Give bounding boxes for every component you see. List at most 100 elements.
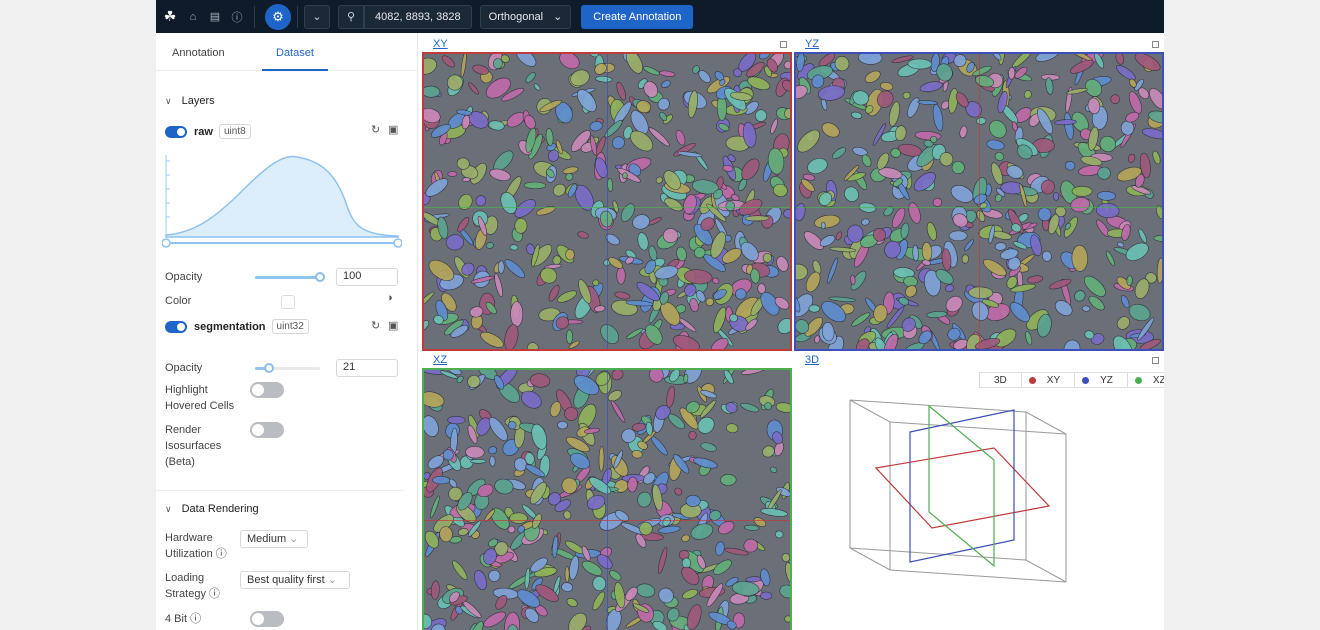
color-swatch[interactable] (281, 295, 295, 309)
reload-icon[interactable]: ↻ (371, 123, 380, 136)
hardware-label-line-1: Hardware (165, 532, 213, 544)
yz-plane-crosshair (607, 370, 608, 630)
raw-opacity-label: Opacity (165, 271, 203, 283)
segmentation-layer-name: segmentation (194, 320, 266, 333)
layers-title: Layers (181, 95, 215, 107)
bounding-box (849, 399, 1067, 583)
viewport-3d[interactable]: 3D XY YZ XZ (794, 368, 1164, 630)
segment-cell (683, 373, 689, 384)
view-mode-select[interactable]: Orthogonal ⌄ (479, 4, 572, 29)
segment-cell (510, 301, 524, 328)
data-rendering-title: Data Rendering (181, 503, 259, 515)
settings-expand-icon[interactable]: ▣ (388, 123, 398, 136)
viewport-xy[interactable] (422, 52, 792, 351)
xy-plane (874, 447, 1051, 529)
section-divider (156, 490, 404, 491)
maximize-icon[interactable] (1152, 41, 1159, 48)
viewport-title-yz[interactable]: YZ (805, 38, 819, 50)
pin-position-icon[interactable]: ⚲ (338, 4, 364, 29)
info-icon[interactable]: ⓘ (209, 588, 220, 600)
segmentation-visibility-toggle[interactable] (165, 320, 187, 333)
raw-opacity-slider[interactable] (255, 276, 320, 279)
histogram-min-handle[interactable] (162, 238, 171, 248)
settings-expand-icon[interactable]: ▣ (388, 319, 398, 332)
four-bit-label: 4 Bit ⓘ (165, 611, 201, 627)
xz-plane-crosshair (796, 207, 1162, 208)
segment-cell (1008, 66, 1016, 80)
panel-tabs: Annotation Dataset (156, 33, 417, 71)
segment-cell (930, 135, 938, 143)
statistics-icon[interactable]: ▤ (204, 0, 226, 33)
3d-plane-preview (849, 399, 1067, 583)
segment-cell (557, 420, 568, 430)
chevron-down-icon: ⌄ (286, 533, 299, 545)
highlight-label: Highlight Hovered Cells (165, 382, 234, 414)
viewport-title-3d[interactable]: 3D (805, 354, 819, 366)
invert-color-icon[interactable]: ◑ (386, 292, 393, 304)
histogram-max-handle[interactable] (393, 238, 402, 248)
segmentation-layer-header: segmentation uint32 (165, 319, 309, 334)
raw-color-label: Color (165, 295, 192, 307)
four-bit-toggle[interactable] (250, 611, 284, 627)
data-rendering-section-header[interactable]: ∨ Data Rendering (165, 503, 259, 515)
raw-opacity-slider-handle[interactable] (315, 272, 325, 282)
toolbar-divider (254, 5, 255, 28)
app-window: ☘ ⌂ ▤ ⓘ ⚙ ⌄ ⚲ 4082, 8893, 3828 Orthogona… (156, 0, 1164, 630)
toolbar-divider (297, 5, 298, 28)
yz-plane-crosshair (607, 54, 608, 349)
active-tab-indicator (262, 69, 328, 71)
segment-cell (961, 254, 969, 264)
help-icon[interactable]: ⓘ (226, 0, 248, 33)
position-input[interactable]: 4082, 8893, 3828 (364, 4, 472, 29)
hardware-utilization-select[interactable]: Medium ⌄ (240, 530, 308, 548)
segment-cell (514, 217, 528, 234)
segment-cell (489, 455, 496, 467)
hardware-label-line-2: Utilization (165, 548, 213, 560)
segment-cell (470, 459, 487, 464)
viewport-xz[interactable] (422, 368, 792, 630)
raw-visibility-toggle[interactable] (165, 125, 187, 138)
segment-cell (720, 473, 737, 486)
segment-cell (462, 177, 471, 183)
viewport-title-xy[interactable]: XY (433, 38, 448, 50)
highlight-hovered-cells-toggle[interactable] (250, 382, 284, 398)
top-toolbar: ☘ ⌂ ▤ ⓘ ⚙ ⌄ ⚲ 4082, 8893, 3828 Orthogona… (156, 0, 1164, 33)
four-bit-text: 4 Bit (165, 613, 188, 625)
info-icon[interactable]: ⓘ (216, 548, 227, 560)
segment-cell (432, 475, 451, 485)
viewport-yz[interactable] (794, 52, 1164, 351)
layers-section-header[interactable]: ∨ Layers (165, 95, 215, 107)
segment-cell (616, 266, 626, 285)
segment-cell (808, 304, 821, 313)
maximize-icon[interactable] (1152, 357, 1159, 364)
segmentation-opacity-slider-handle[interactable] (263, 363, 274, 373)
histogram-chart[interactable] (162, 151, 402, 251)
home-icon[interactable]: ⌂ (182, 0, 204, 33)
raw-layer-name: raw (194, 125, 213, 138)
reload-icon[interactable]: ↻ (371, 319, 380, 332)
settings-gear-icon[interactable]: ⚙ (265, 3, 291, 30)
viewport-title-xz[interactable]: XZ (433, 354, 447, 366)
tab-annotation[interactable]: Annotation (172, 47, 225, 59)
logo-icon[interactable]: ☘ (158, 0, 182, 33)
segment-cell (685, 494, 701, 507)
loading-strategy-select[interactable]: Best quality first ⌄ (240, 571, 350, 589)
render-isosurfaces-toggle[interactable] (250, 422, 284, 438)
maximize-icon[interactable] (780, 41, 787, 48)
segmentation-dtype-badge: uint32 (271, 319, 309, 334)
loading-label-line-1: Loading (165, 572, 205, 584)
segment-cell (509, 512, 528, 524)
loading-label-line-2: Strategy (165, 588, 206, 600)
segment-cell (912, 244, 919, 262)
create-annotation-button[interactable]: Create Annotation (581, 4, 694, 29)
segment-cell (566, 329, 573, 345)
raw-opacity-input[interactable]: 100 (336, 268, 398, 286)
segmentation-opacity-input[interactable]: 21 (336, 359, 398, 377)
segmentation-opacity-label: Opacity (165, 362, 203, 374)
info-icon[interactable]: ⓘ (190, 613, 201, 625)
settings-panel: Annotation Dataset ∨ Layers raw uint8 ↻ … (156, 33, 418, 630)
chevron-down-icon: ⌄ (553, 11, 563, 23)
dropdown-chevron-button[interactable]: ⌄ (304, 4, 330, 29)
tab-dataset[interactable]: Dataset (276, 47, 314, 59)
segment-cell (744, 215, 770, 222)
